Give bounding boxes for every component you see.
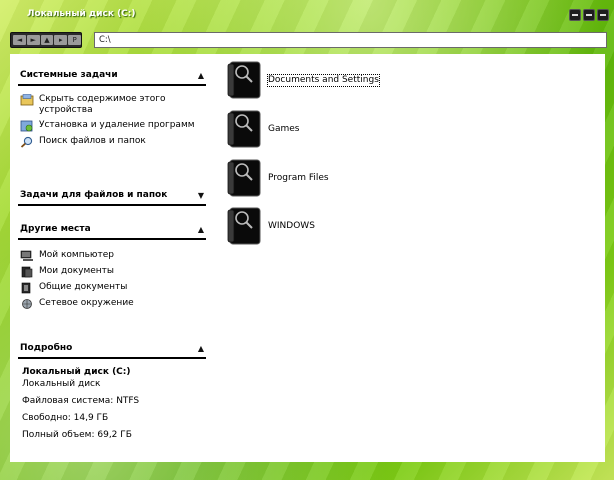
folder-name: Games	[268, 123, 300, 134]
folder-name: WINDOWS	[268, 220, 315, 231]
details-panel: Подробно ▲ Локальный диск (C:) Локальный…	[18, 339, 206, 447]
views-button[interactable]: P	[68, 35, 81, 45]
address-input[interactable]: C:\	[94, 32, 607, 48]
details-free: Свободно: 14,9 ГБ	[22, 413, 109, 423]
window-frame: Локальный диск (C:) ◄ ► ▲ ▸ P C:\ Систем…	[0, 0, 614, 480]
task-search[interactable]: Поиск файлов и папок	[20, 136, 206, 148]
folder-name: Program Files	[268, 172, 329, 183]
task-add-remove-programs[interactable]: Установка и удаление программ	[20, 120, 206, 132]
other-places-panel: Другие места ▲ Мой компьютер Мои докумен…	[18, 220, 206, 318]
window-title: Локальный диск (C:)	[27, 9, 136, 19]
back-button[interactable]: ◄	[13, 35, 26, 45]
file-tasks-header[interactable]: Задачи для файлов и папок ▼	[18, 186, 206, 204]
nav-buttons: ◄ ► ▲ ▸ P	[10, 32, 82, 48]
network-places-icon	[22, 299, 32, 309]
expand-icon[interactable]: ▼	[198, 191, 204, 200]
folder-item[interactable]: Program Files	[222, 156, 329, 200]
system-tasks-panel: Системные задачи ▲ Скрыть содержимое это…	[18, 66, 206, 156]
file-tasks-panel: Задачи для файлов и папок ▼	[18, 186, 206, 206]
collapse-icon[interactable]: ▲	[198, 344, 204, 353]
details-name: Локальный диск (C:)	[22, 367, 131, 377]
address-toolbar: ◄ ► ▲ ▸ P C:\	[10, 32, 607, 48]
folder-icon	[227, 110, 261, 148]
other-places-header[interactable]: Другие места ▲	[18, 220, 206, 238]
folder-item[interactable]: Documents and Settings	[222, 58, 380, 102]
details-filesystem: Файловая система: NTFS	[22, 396, 140, 406]
folder-item[interactable]: Games	[222, 107, 299, 151]
go-button[interactable]: ▸	[54, 35, 68, 45]
details-type: Локальный диск	[22, 379, 101, 389]
explorer-content: Системные задачи ▲ Скрыть содержимое это…	[10, 54, 605, 462]
folder-name: Documents and Settings	[267, 73, 380, 87]
task-hide-contents[interactable]: Скрыть содержимое этого устройства	[20, 94, 206, 116]
close-button[interactable]	[597, 9, 609, 21]
collapse-icon[interactable]: ▲	[198, 225, 204, 234]
place-network[interactable]: Сетевое окружение	[20, 298, 206, 310]
panel-title: Другие места	[20, 224, 91, 234]
folder-icon	[227, 61, 261, 99]
up-button[interactable]: ▲	[40, 35, 54, 45]
place-my-documents[interactable]: Мои документы	[20, 266, 206, 278]
system-tasks-header[interactable]: Системные задачи ▲	[18, 66, 206, 84]
panel-title: Задачи для файлов и папок	[20, 190, 168, 200]
add-remove-programs-icon	[20, 120, 33, 132]
panel-title: Системные задачи	[20, 70, 118, 80]
details-header[interactable]: Подробно ▲	[18, 339, 206, 357]
minimize-button[interactable]	[569, 9, 581, 21]
folder-icon	[227, 207, 261, 245]
folder-item[interactable]: WINDOWS	[222, 204, 315, 248]
forward-button[interactable]: ►	[26, 35, 40, 45]
shared-documents-icon	[21, 282, 31, 294]
panel-divider	[18, 204, 206, 206]
my-computer-icon	[20, 250, 33, 261]
window-controls	[569, 9, 609, 21]
place-my-computer[interactable]: Мой компьютер	[20, 250, 206, 262]
details-total: Полный объем: 69,2 ГБ	[22, 430, 132, 440]
my-documents-icon	[21, 266, 33, 278]
panel-title: Подробно	[20, 343, 73, 353]
hide-contents-icon	[20, 94, 34, 106]
maximize-button[interactable]	[583, 9, 595, 21]
folder-icon	[227, 159, 261, 197]
search-icon	[20, 136, 33, 148]
place-shared-documents[interactable]: Общие документы	[20, 282, 206, 294]
collapse-icon[interactable]: ▲	[198, 71, 204, 80]
